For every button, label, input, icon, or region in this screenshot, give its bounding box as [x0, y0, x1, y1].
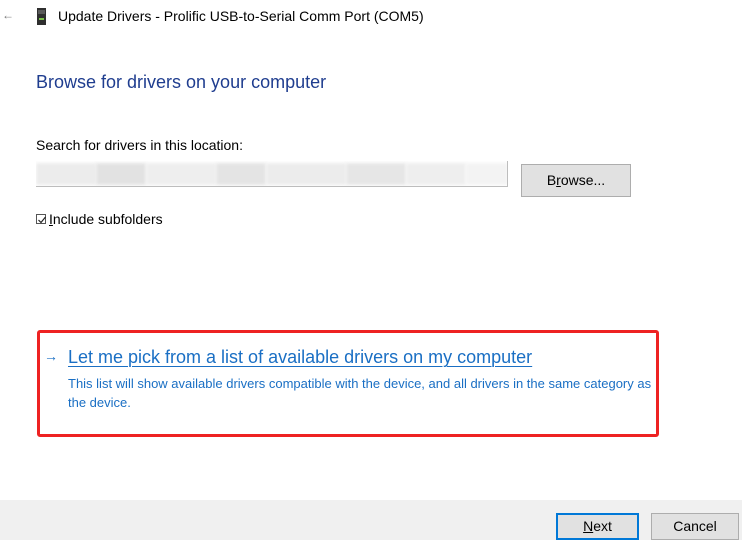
usb-device-icon: [37, 8, 46, 25]
redacted-block: [266, 163, 346, 185]
pick-from-list-description: This list will show available drivers co…: [68, 376, 652, 410]
browse-label-prefix: B: [546, 172, 557, 188]
footer-bar: Next Cancel: [0, 500, 742, 540]
next-accel: N: [583, 518, 594, 534]
include-subfolders-checkbox[interactable]: [36, 214, 46, 224]
redacted-block: [146, 163, 216, 185]
update-drivers-window: ← Update Drivers - Prolific USB-to-Seria…: [0, 0, 742, 540]
include-subfolders-label: Include subfolders: [49, 211, 163, 228]
search-location-label: Search for drivers in this location:: [36, 137, 243, 153]
next-rest: ext: [593, 518, 612, 534]
redacted-block: [466, 163, 507, 185]
redacted-block: [36, 163, 96, 185]
window-title: Update Drivers - Prolific USB-to-Serial …: [58, 8, 424, 24]
redacted-block: [406, 163, 466, 185]
include-subfolders-rest: nclude subfolders: [52, 210, 163, 227]
checkmark-icon: [38, 216, 46, 224]
redacted-block: [96, 163, 146, 185]
include-subfolders-row[interactable]: Include subfolders: [36, 210, 163, 228]
browse-button[interactable]: Browse...: [521, 164, 631, 197]
next-button[interactable]: Next: [556, 513, 639, 540]
arrow-right-icon: →: [44, 348, 58, 364]
redacted-block: [216, 163, 266, 185]
page-heading: Browse for drivers on your computer: [36, 72, 327, 92]
pick-from-list-link[interactable]: → Let me pick from a list of available dr…: [44, 345, 532, 368]
back-arrow-icon[interactable]: ←: [2, 8, 14, 22]
driver-path-input[interactable]: [36, 161, 508, 187]
browse-label-suffix: owse...: [560, 172, 606, 188]
redacted-block: [346, 163, 406, 185]
cancel-button[interactable]: Cancel: [651, 513, 739, 540]
pick-from-list-title[interactable]: Let me pick from a list of available dri…: [68, 347, 532, 367]
title-bar: ← Update Drivers - Prolific USB-to-Seria…: [0, 0, 742, 34]
